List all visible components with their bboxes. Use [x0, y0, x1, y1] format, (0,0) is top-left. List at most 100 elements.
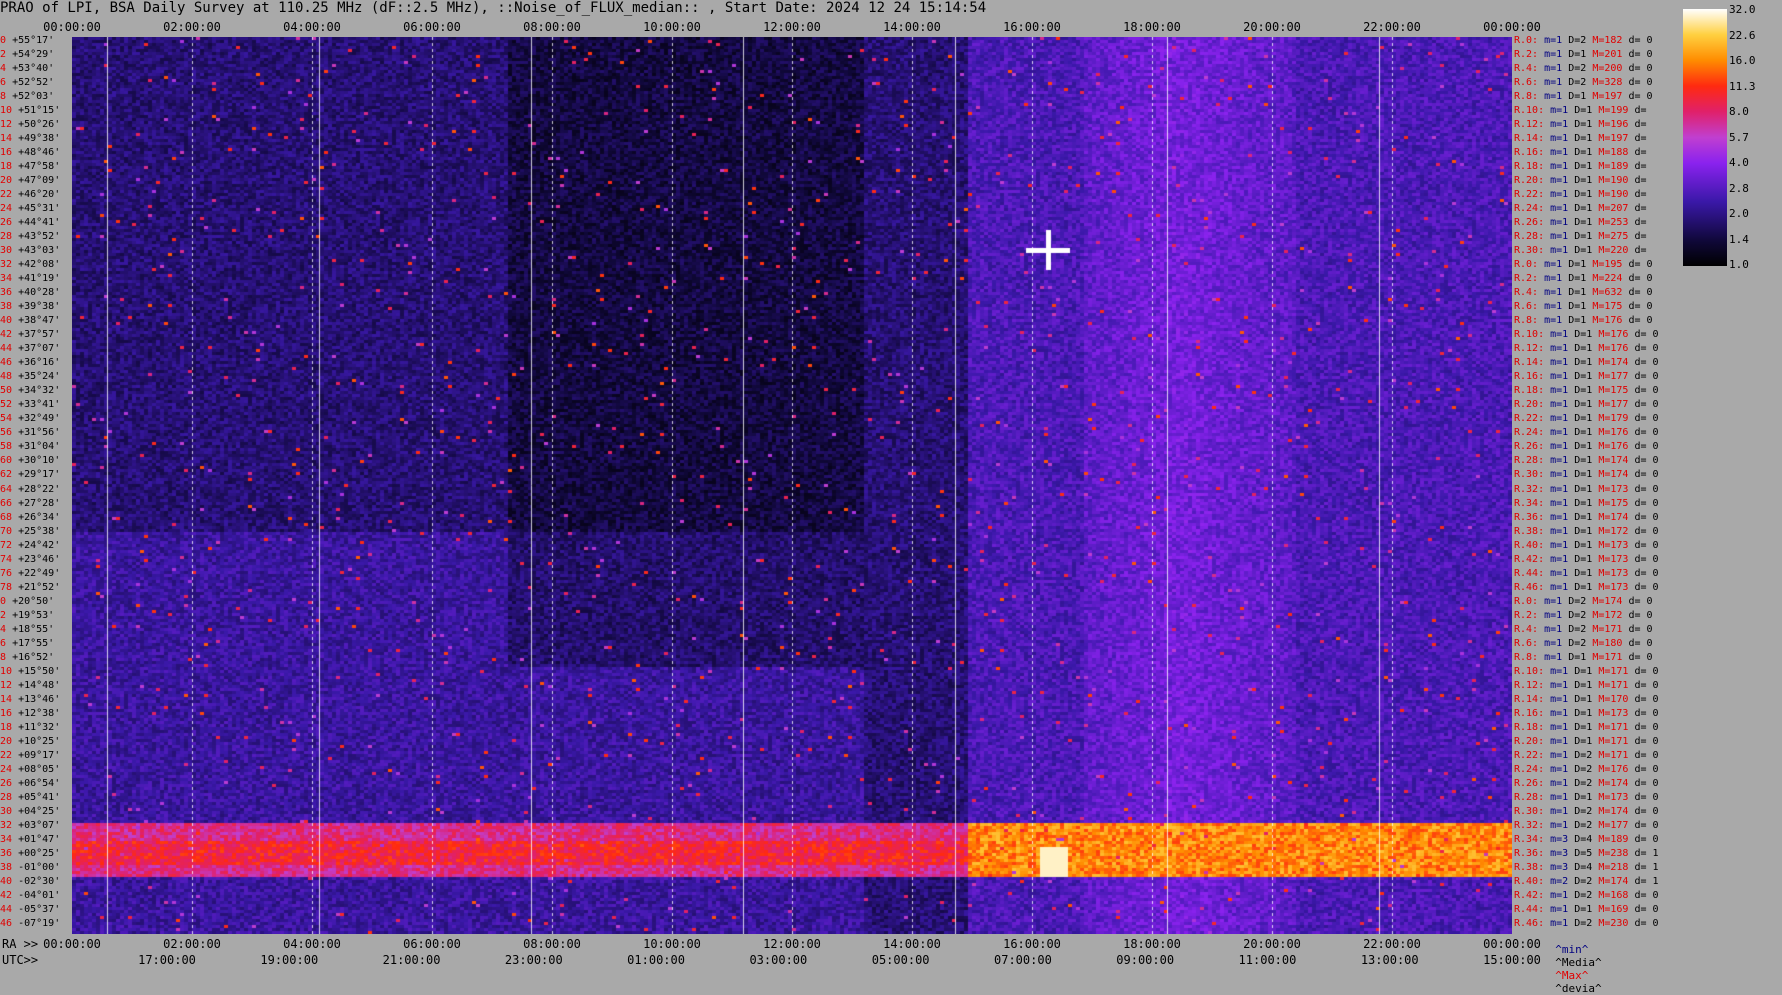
- dec-label: 30 +43°03': [0, 246, 60, 256]
- stat-m: m=1: [1544, 595, 1563, 607]
- dec-label: 56 +31°56': [0, 428, 60, 438]
- stat-d: D=1: [1574, 539, 1593, 551]
- stat-M: M=275: [1598, 231, 1629, 243]
- stat-dv: d= 0: [1634, 721, 1659, 733]
- stat-d: D=2: [1568, 63, 1587, 75]
- stat-m: m=1: [1550, 665, 1569, 677]
- row-index: 38: [0, 861, 13, 873]
- stat-M: M=173: [1598, 707, 1629, 719]
- stat-d: D=1: [1574, 147, 1593, 159]
- row-stats: R.32: m=1 D=2 M=177 d= 0: [1514, 820, 1659, 831]
- legend-max: ^Max^: [1555, 969, 1589, 982]
- stat-d: D=2: [1568, 77, 1587, 89]
- dec-value: +49°38': [18, 133, 61, 145]
- ra-tick: 12:00:00: [763, 937, 821, 951]
- stat-M: M=175: [1598, 385, 1629, 397]
- dec-value: +37°57': [18, 329, 61, 341]
- dec-label: 44 +37°07': [0, 344, 60, 354]
- ra-axis-label: RA >>: [2, 937, 39, 951]
- row-index: 46: [0, 357, 13, 369]
- row-index: 44: [0, 903, 13, 915]
- row-stats: R.6: m=1 D=2 M=180 d= 0: [1514, 638, 1653, 649]
- row-index: 66: [0, 497, 13, 509]
- dec-label: 58 +31°04': [0, 442, 60, 452]
- row-index: 70: [0, 525, 13, 537]
- stat-dv: d= 0: [1634, 735, 1659, 747]
- stat-dv: d= 0: [1634, 693, 1659, 705]
- stat-r: R.18:: [1514, 721, 1545, 733]
- row-stats: R.30: m=1 D=2 M=174 d= 0: [1514, 806, 1659, 817]
- dec-value: +00°25': [18, 847, 61, 859]
- row-stats: R.12: m=1 D=1 M=176 d= 0: [1514, 344, 1659, 354]
- top-tick: 08:00:00: [523, 20, 581, 34]
- dec-value: +50°26': [18, 119, 61, 131]
- stat-m: m=1: [1550, 567, 1569, 579]
- stat-r: R.44:: [1514, 567, 1545, 579]
- dec-label: 12 +14°48': [0, 680, 60, 691]
- stat-d: D=1: [1574, 371, 1593, 383]
- utc-tick: 11:00:00: [1238, 953, 1297, 967]
- stat-M: M=328: [1592, 77, 1623, 89]
- utc-tick: 13:00:00: [1360, 953, 1419, 967]
- stat-M: M=189: [1598, 833, 1629, 845]
- stat-d: D=1: [1574, 217, 1593, 229]
- row-index: 8: [0, 651, 7, 663]
- row-stats: R.28: m=1 D=1 M=174 d= 0: [1514, 456, 1659, 466]
- stat-dv: d= 0: [1628, 49, 1653, 61]
- stat-d: D=1: [1574, 553, 1593, 565]
- stat-dv: d= 0: [1634, 707, 1659, 719]
- stat-dv: d= 0: [1634, 553, 1659, 565]
- stat-M: M=173: [1598, 791, 1629, 803]
- stat-dv: d= 0: [1628, 595, 1653, 607]
- row-index: 48: [0, 371, 13, 383]
- utc-tick: 07:00:00: [994, 953, 1052, 967]
- stat-M: M=195: [1592, 259, 1623, 271]
- row-index: 20: [0, 175, 13, 187]
- stat-dv: d= 0: [1634, 371, 1659, 383]
- stat-m: m=1: [1550, 245, 1569, 257]
- stat-dv: d= 0: [1634, 385, 1659, 397]
- ra-tick: 02:00:00: [163, 937, 221, 951]
- stat-M: M=174: [1598, 469, 1629, 481]
- stat-dv: d= 0: [1628, 273, 1653, 285]
- row-index: 0: [0, 595, 7, 607]
- ra-tick: 00:00:00: [43, 937, 101, 951]
- row-index: 32: [0, 819, 13, 831]
- stat-m: m=1: [1544, 301, 1563, 313]
- dec-value: +43°52': [18, 231, 61, 243]
- stat-dv: d= 0: [1628, 315, 1653, 327]
- stat-m: m=1: [1550, 525, 1569, 537]
- colorbar-tick: 5.7: [1729, 130, 1749, 144]
- stat-r: R.0:: [1514, 35, 1539, 46]
- row-stats: R.30: m=1 D=1 M=220 d=: [1514, 246, 1647, 256]
- dec-value: +16°52': [12, 651, 55, 663]
- row-stats: R.0: m=1 D=2 M=182 d= 0: [1514, 36, 1653, 46]
- stat-r: R.36:: [1514, 847, 1545, 859]
- stat-d: D=1: [1568, 91, 1587, 103]
- dec-value: +15°50': [18, 665, 61, 677]
- row-index: 62: [0, 469, 13, 481]
- dec-value: +21°52': [18, 581, 61, 593]
- row-index: 0: [0, 35, 7, 46]
- row-stats: R.14: m=1 D=1 M=170 d= 0: [1514, 693, 1659, 705]
- row-index: 60: [0, 455, 13, 467]
- stat-d: D=1: [1574, 427, 1593, 439]
- dec-label: 16 +48°46': [0, 148, 60, 158]
- stat-m: m=1: [1544, 651, 1563, 663]
- dec-value: +35°24': [18, 371, 61, 383]
- stat-r: R.22:: [1514, 189, 1545, 201]
- row-stats: R.10: m=1 D=1 M=199 d=: [1514, 106, 1647, 116]
- stat-dv: d= 0: [1634, 665, 1659, 677]
- stat-m: m=1: [1550, 231, 1569, 243]
- stat-dv: d= 0: [1628, 609, 1653, 621]
- dec-label: 22 +46°20': [0, 190, 60, 200]
- row-stats: R.24: m=1 D=2 M=176 d= 0: [1514, 764, 1659, 775]
- stat-dv: d=: [1634, 161, 1647, 173]
- dec-value: +27°28': [18, 497, 61, 509]
- stat-M: M=175: [1592, 301, 1623, 313]
- row-stats: R.18: m=1 D=1 M=189 d=: [1514, 162, 1647, 172]
- stat-M: M=174: [1598, 875, 1629, 887]
- dec-label: 64 +28°22': [0, 484, 60, 495]
- stat-r: R.24:: [1514, 203, 1545, 215]
- stat-M: M=173: [1598, 539, 1629, 551]
